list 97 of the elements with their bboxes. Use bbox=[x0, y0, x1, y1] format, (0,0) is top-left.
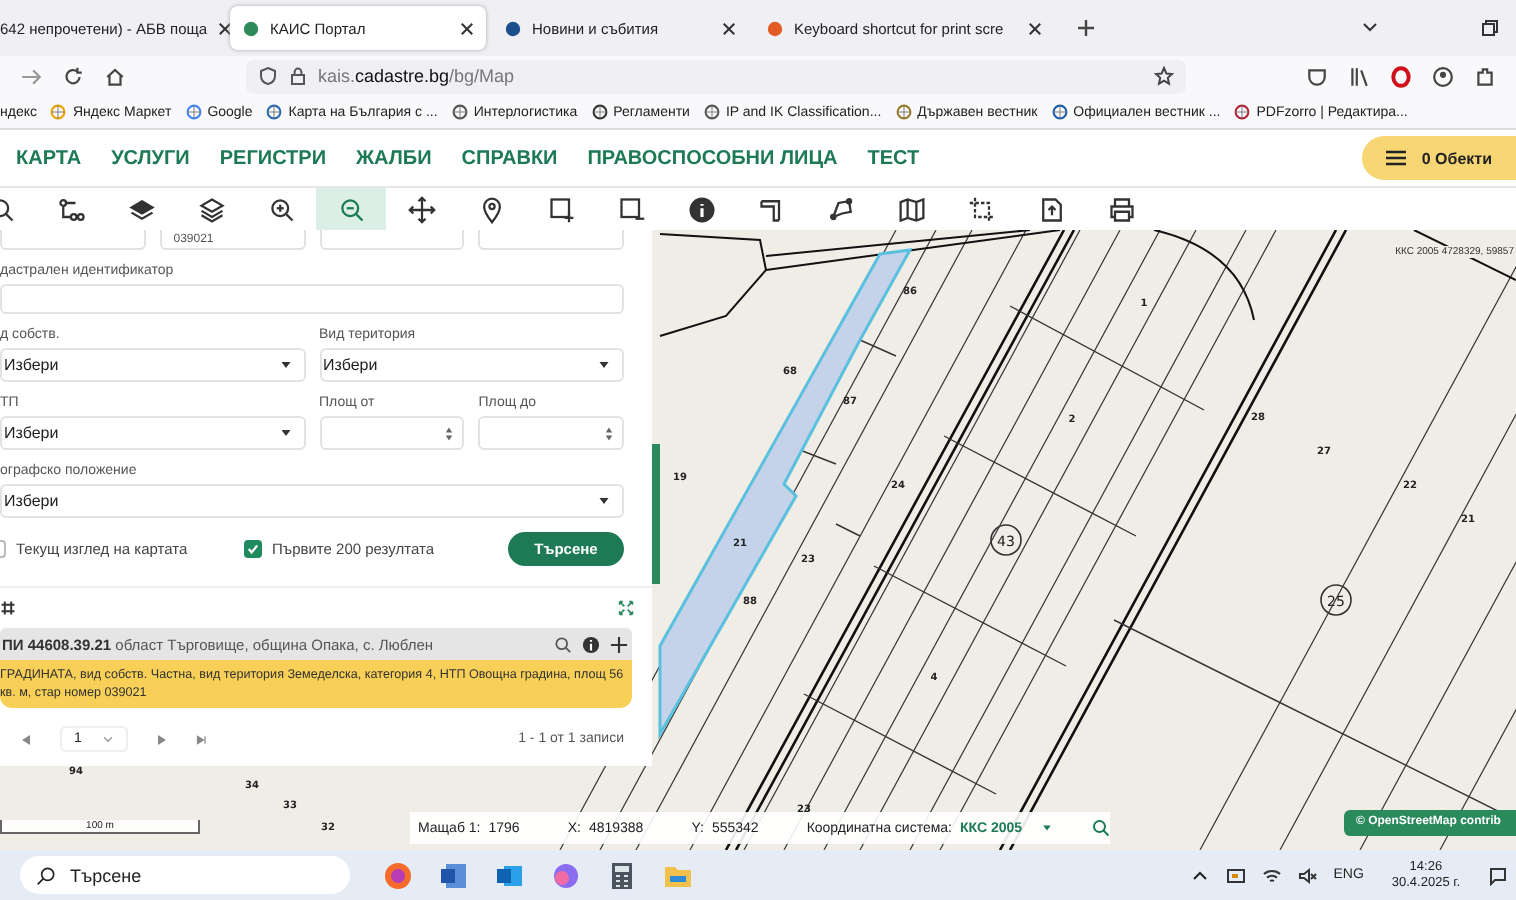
wifi-icon[interactable] bbox=[1261, 865, 1282, 885]
nav-link[interactable]: ПРАВОСПОСОБНИ ЛИЦА bbox=[587, 147, 838, 169]
globe-icon bbox=[703, 104, 720, 120]
restore-icon[interactable] bbox=[1480, 18, 1500, 38]
corner-icon bbox=[757, 195, 785, 223]
dropdown-arrow-icon bbox=[279, 428, 291, 438]
globe-icon bbox=[1051, 104, 1068, 120]
number-field[interactable] bbox=[478, 416, 624, 450]
forward-arrow-icon[interactable] bbox=[20, 65, 42, 87]
layers-solid-icon bbox=[127, 195, 155, 223]
chevron-down-icon bbox=[101, 735, 114, 743]
speaker-muted-icon[interactable] bbox=[1297, 865, 1318, 885]
search-icon[interactable] bbox=[1092, 818, 1110, 838]
nav-link[interactable]: СПРАВКИ bbox=[461, 147, 558, 169]
previous-page-icon[interactable] bbox=[20, 733, 32, 745]
scrollbar[interactable] bbox=[652, 444, 660, 584]
taskbar-search-field[interactable]: Търсене bbox=[20, 856, 350, 894]
close-icon[interactable] bbox=[217, 21, 232, 35]
plus-icon[interactable] bbox=[610, 635, 628, 653]
checkmark-icon bbox=[246, 541, 260, 555]
next-page-icon[interactable] bbox=[155, 733, 168, 745]
rect-plus-icon bbox=[547, 195, 575, 223]
dropdown-arrow-icon bbox=[279, 360, 291, 370]
globe-icon bbox=[50, 104, 67, 120]
input-field[interactable] bbox=[0, 284, 624, 314]
site-icon bbox=[766, 19, 784, 37]
rect-minus-icon bbox=[617, 195, 645, 223]
monitor-icon[interactable] bbox=[1225, 865, 1246, 885]
export-icon bbox=[1037, 195, 1065, 223]
site-icon bbox=[242, 19, 260, 37]
input-field[interactable] bbox=[0, 230, 146, 250]
objects-button[interactable]: 0 Обекти bbox=[1361, 136, 1516, 180]
highlighted-parcel[interactable] bbox=[658, 248, 913, 740]
spinner-icon[interactable] bbox=[444, 425, 455, 441]
search-icon bbox=[36, 865, 56, 885]
close-icon[interactable] bbox=[722, 21, 736, 35]
globe-icon bbox=[895, 104, 912, 120]
zoom-out-icon bbox=[337, 195, 365, 223]
nav-link[interactable]: ТЕСТ bbox=[867, 147, 920, 169]
pocket-icon[interactable] bbox=[1306, 65, 1328, 87]
globe-icon bbox=[1234, 104, 1251, 120]
nav-link[interactable]: УСЛУГИ bbox=[111, 147, 190, 169]
grid-icon bbox=[0, 600, 16, 616]
select-field[interactable]: Избери bbox=[0, 416, 305, 450]
zoom-in-icon bbox=[267, 195, 295, 223]
checkbox[interactable] bbox=[244, 539, 262, 557]
nodes-icon bbox=[57, 195, 85, 223]
crop-icon bbox=[967, 195, 995, 223]
calculator-icon[interactable] bbox=[606, 859, 638, 891]
select-field[interactable]: Избери bbox=[319, 348, 624, 382]
search-icon[interactable] bbox=[554, 635, 572, 653]
globe-icon bbox=[266, 104, 283, 120]
notification-icon[interactable] bbox=[1488, 865, 1508, 885]
select-field[interactable]: Избери bbox=[0, 348, 305, 382]
info-icon bbox=[687, 195, 715, 223]
print-icon bbox=[1107, 195, 1135, 223]
dropdown-arrow-icon bbox=[598, 496, 610, 506]
shield-icon[interactable] bbox=[258, 66, 278, 86]
nav-link[interactable]: КАРТА bbox=[16, 147, 82, 169]
nav-link[interactable]: ЖАЛБИ bbox=[356, 147, 432, 169]
dropdown-arrow-icon bbox=[598, 360, 610, 370]
layers-icon bbox=[197, 195, 225, 223]
number-field[interactable] bbox=[319, 416, 465, 450]
browser-icon[interactable] bbox=[382, 859, 414, 891]
globe-icon bbox=[185, 104, 202, 120]
last-page-icon[interactable] bbox=[195, 733, 208, 745]
new-tab-icon[interactable] bbox=[1076, 18, 1096, 38]
address-field[interactable]: kais.cadastre.bg/bg/Map bbox=[246, 59, 1186, 93]
close-icon[interactable] bbox=[460, 21, 474, 35]
swirl-app-icon[interactable] bbox=[550, 859, 582, 891]
map-icon bbox=[897, 195, 925, 223]
nav-link[interactable]: РЕГИСТРИ bbox=[219, 147, 327, 169]
input-field[interactable] bbox=[319, 230, 465, 250]
pin-icon bbox=[477, 195, 505, 223]
input-field[interactable] bbox=[478, 230, 624, 250]
extension-icon[interactable] bbox=[1474, 65, 1496, 87]
opera-icon[interactable] bbox=[1390, 65, 1412, 87]
site-icon bbox=[504, 19, 522, 37]
info-icon[interactable] bbox=[582, 635, 600, 653]
close-icon[interactable] bbox=[1028, 21, 1042, 35]
expand-icon[interactable] bbox=[618, 600, 634, 616]
select-field[interactable]: Избери bbox=[0, 484, 624, 518]
reload-icon[interactable] bbox=[62, 65, 84, 87]
globe-icon bbox=[591, 104, 608, 120]
zoom-out-button[interactable] bbox=[316, 188, 386, 230]
document-app-icon[interactable] bbox=[438, 859, 470, 891]
account-icon[interactable] bbox=[1432, 65, 1454, 87]
globe-icon bbox=[451, 104, 468, 120]
lock-icon[interactable] bbox=[288, 66, 308, 86]
dropdown-arrow-icon bbox=[1042, 824, 1053, 832]
polygon-icon bbox=[827, 195, 855, 223]
spinner-icon[interactable] bbox=[604, 425, 614, 441]
menu-icon bbox=[1385, 150, 1406, 166]
library-icon[interactable] bbox=[1348, 65, 1370, 87]
star-icon[interactable] bbox=[1154, 66, 1174, 86]
home-icon[interactable] bbox=[104, 65, 126, 87]
move-icon bbox=[407, 195, 435, 223]
